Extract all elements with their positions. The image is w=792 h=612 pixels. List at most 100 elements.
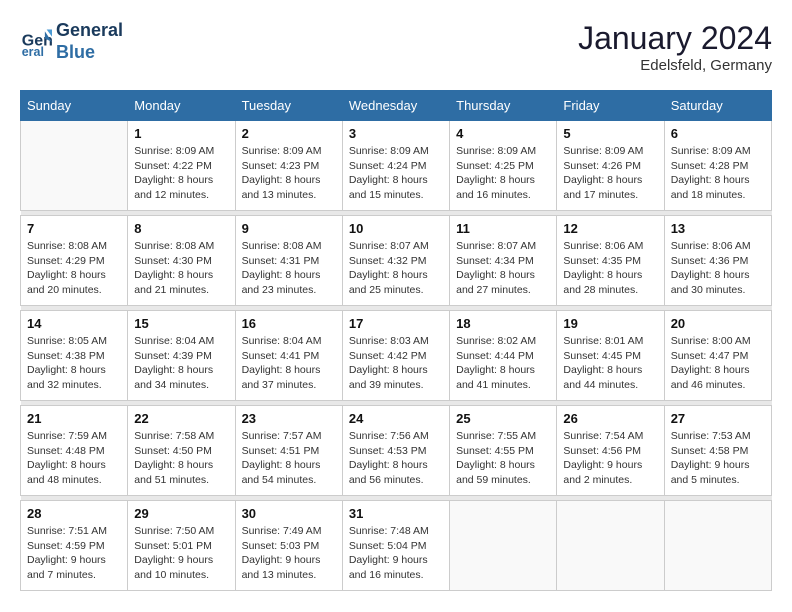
- calendar-cell: 2Sunrise: 8:09 AM Sunset: 4:23 PM Daylig…: [235, 121, 342, 211]
- col-header-saturday: Saturday: [664, 91, 771, 121]
- col-header-tuesday: Tuesday: [235, 91, 342, 121]
- day-number: 5: [563, 126, 657, 141]
- calendar-cell: 28Sunrise: 7:51 AM Sunset: 4:59 PM Dayli…: [21, 501, 128, 591]
- logo-line2: Blue: [56, 42, 123, 64]
- day-number: 10: [349, 221, 443, 236]
- calendar-week-row: 7 Sunrise: 8:08 AM Sunset: 4:29 PM Daylig…: [21, 216, 772, 306]
- calendar-cell: 1 Sunrise: 8:09 AM Sunset: 4:22 PM Daylig…: [128, 121, 235, 211]
- day-number: 6: [671, 126, 765, 141]
- col-header-monday: Monday: [128, 91, 235, 121]
- day-info: Sunrise: 8:04 AM Sunset: 4:39 PM Dayligh…: [134, 334, 228, 393]
- calendar-cell: 4 Sunrise: 8:09 AM Sunset: 4:25 PM Daylig…: [450, 121, 557, 211]
- day-number: 9: [242, 221, 336, 236]
- day-number: 11: [456, 221, 550, 236]
- day-info: Sunrise: 7:57 AM Sunset: 4:51 PM Dayligh…: [242, 429, 336, 488]
- day-info: Sunrise: 8:09 AM Sunset: 4:22 PM Dayligh…: [134, 144, 228, 203]
- calendar-header-row: SundayMondayTuesdayWednesdayThursdayFrid…: [21, 91, 772, 121]
- day-info: Sunrise: 8:08 AM Sunset: 4:29 PM Dayligh…: [27, 239, 121, 298]
- day-number: 18: [456, 316, 550, 331]
- calendar-cell: 3Sunrise: 8:09 AM Sunset: 4:24 PM Daylig…: [342, 121, 449, 211]
- calendar-cell: [664, 501, 771, 591]
- day-number: 4: [456, 126, 550, 141]
- day-number: 29: [134, 506, 228, 521]
- calendar-week-row: 14 Sunrise: 8:05 AM Sunset: 4:38 PM Dayli…: [21, 311, 772, 401]
- calendar-cell: 9 Sunrise: 8:08 AM Sunset: 4:31 PM Daylig…: [235, 216, 342, 306]
- day-info: Sunrise: 8:04 AM Sunset: 4:41 PM Dayligh…: [242, 334, 336, 393]
- day-number: 14: [27, 316, 121, 331]
- col-header-thursday: Thursday: [450, 91, 557, 121]
- calendar-table: SundayMondayTuesdayWednesdayThursdayFrid…: [20, 90, 772, 591]
- day-number: 3: [349, 126, 443, 141]
- day-info: Sunrise: 8:03 AM Sunset: 4:42 PM Dayligh…: [349, 334, 443, 393]
- day-info: Sunrise: 8:06 AM Sunset: 4:36 PM Dayligh…: [671, 239, 765, 298]
- calendar-cell: 7 Sunrise: 8:08 AM Sunset: 4:29 PM Daylig…: [21, 216, 128, 306]
- day-number: 13: [671, 221, 765, 236]
- page-header: Gen eral General Blue January 2024 Edels…: [20, 20, 772, 74]
- logo-icon: Gen eral: [20, 26, 52, 58]
- day-number: 31: [349, 506, 443, 521]
- calendar-cell: 10Sunrise: 8:07 AM Sunset: 4:32 PM Dayli…: [342, 216, 449, 306]
- logo-line1: General: [56, 20, 123, 42]
- day-info: Sunrise: 7:55 AM Sunset: 4:55 PM Dayligh…: [456, 429, 550, 488]
- day-number: 20: [671, 316, 765, 331]
- calendar-cell: 12 Sunrise: 8:06 AM Sunset: 4:35 PM Dayli…: [557, 216, 664, 306]
- day-info: Sunrise: 8:09 AM Sunset: 4:25 PM Dayligh…: [456, 144, 550, 203]
- day-info: Sunrise: 8:00 AM Sunset: 4:47 PM Dayligh…: [671, 334, 765, 393]
- day-number: 15: [134, 316, 228, 331]
- calendar-cell: 22Sunrise: 7:58 AM Sunset: 4:50 PM Dayli…: [128, 406, 235, 496]
- day-info: Sunrise: 8:09 AM Sunset: 4:26 PM Dayligh…: [563, 144, 657, 203]
- calendar-cell: 6Sunrise: 8:09 AM Sunset: 4:28 PM Daylig…: [664, 121, 771, 211]
- day-number: 12: [563, 221, 657, 236]
- day-info: Sunrise: 8:01 AM Sunset: 4:45 PM Dayligh…: [563, 334, 657, 393]
- day-number: 24: [349, 411, 443, 426]
- day-info: Sunrise: 8:05 AM Sunset: 4:38 PM Dayligh…: [27, 334, 121, 393]
- calendar-cell: 24 Sunrise: 7:56 AM Sunset: 4:53 PM Dayli…: [342, 406, 449, 496]
- day-number: 27: [671, 411, 765, 426]
- day-number: 1: [134, 126, 228, 141]
- calendar-cell: 20 Sunrise: 8:00 AM Sunset: 4:47 PM Dayli…: [664, 311, 771, 401]
- day-number: 17: [349, 316, 443, 331]
- calendar-cell: 21Sunrise: 7:59 AM Sunset: 4:48 PM Dayli…: [21, 406, 128, 496]
- title-block: January 2024 Edelsfeld, Germany: [578, 20, 772, 74]
- calendar-cell: 13 Sunrise: 8:06 AM Sunset: 4:36 PM Dayli…: [664, 216, 771, 306]
- day-info: Sunrise: 7:54 AM Sunset: 4:56 PM Dayligh…: [563, 429, 657, 488]
- calendar-week-row: 1 Sunrise: 8:09 AM Sunset: 4:22 PM Daylig…: [21, 121, 772, 211]
- day-info: Sunrise: 7:58 AM Sunset: 4:50 PM Dayligh…: [134, 429, 228, 488]
- svg-text:eral: eral: [22, 45, 44, 58]
- day-info: Sunrise: 7:53 AM Sunset: 4:58 PM Dayligh…: [671, 429, 765, 488]
- day-number: 19: [563, 316, 657, 331]
- day-info: Sunrise: 8:02 AM Sunset: 4:44 PM Dayligh…: [456, 334, 550, 393]
- day-info: Sunrise: 8:07 AM Sunset: 4:34 PM Dayligh…: [456, 239, 550, 298]
- day-number: 8: [134, 221, 228, 236]
- col-header-sunday: Sunday: [21, 91, 128, 121]
- calendar-cell: 29Sunrise: 7:50 AM Sunset: 5:01 PM Dayli…: [128, 501, 235, 591]
- day-number: 25: [456, 411, 550, 426]
- logo: Gen eral General Blue: [20, 20, 123, 63]
- calendar-cell: 17 Sunrise: 8:03 AM Sunset: 4:42 PM Dayli…: [342, 311, 449, 401]
- col-header-wednesday: Wednesday: [342, 91, 449, 121]
- day-info: Sunrise: 8:08 AM Sunset: 4:31 PM Dayligh…: [242, 239, 336, 298]
- col-header-friday: Friday: [557, 91, 664, 121]
- calendar-cell: 23Sunrise: 7:57 AM Sunset: 4:51 PM Dayli…: [235, 406, 342, 496]
- day-info: Sunrise: 7:49 AM Sunset: 5:03 PM Dayligh…: [242, 524, 336, 583]
- day-info: Sunrise: 7:56 AM Sunset: 4:53 PM Dayligh…: [349, 429, 443, 488]
- calendar-cell: 11 Sunrise: 8:07 AM Sunset: 4:34 PM Dayli…: [450, 216, 557, 306]
- calendar-week-row: 28Sunrise: 7:51 AM Sunset: 4:59 PM Dayli…: [21, 501, 772, 591]
- day-number: 26: [563, 411, 657, 426]
- calendar-cell: 27 Sunrise: 7:53 AM Sunset: 4:58 PM Dayli…: [664, 406, 771, 496]
- calendar-week-row: 21Sunrise: 7:59 AM Sunset: 4:48 PM Dayli…: [21, 406, 772, 496]
- calendar-cell: 25 Sunrise: 7:55 AM Sunset: 4:55 PM Dayli…: [450, 406, 557, 496]
- day-number: 7: [27, 221, 121, 236]
- day-number: 30: [242, 506, 336, 521]
- calendar-cell: 8 Sunrise: 8:08 AM Sunset: 4:30 PM Daylig…: [128, 216, 235, 306]
- day-number: 28: [27, 506, 121, 521]
- day-info: Sunrise: 8:08 AM Sunset: 4:30 PM Dayligh…: [134, 239, 228, 298]
- calendar-cell: 14 Sunrise: 8:05 AM Sunset: 4:38 PM Dayli…: [21, 311, 128, 401]
- month-title: January 2024: [578, 20, 772, 57]
- calendar-cell: 5 Sunrise: 8:09 AM Sunset: 4:26 PM Daylig…: [557, 121, 664, 211]
- calendar-cell: 16Sunrise: 8:04 AM Sunset: 4:41 PM Dayli…: [235, 311, 342, 401]
- calendar-cell: 26 Sunrise: 7:54 AM Sunset: 4:56 PM Dayli…: [557, 406, 664, 496]
- day-info: Sunrise: 8:06 AM Sunset: 4:35 PM Dayligh…: [563, 239, 657, 298]
- day-number: 2: [242, 126, 336, 141]
- calendar-cell: 15 Sunrise: 8:04 AM Sunset: 4:39 PM Dayli…: [128, 311, 235, 401]
